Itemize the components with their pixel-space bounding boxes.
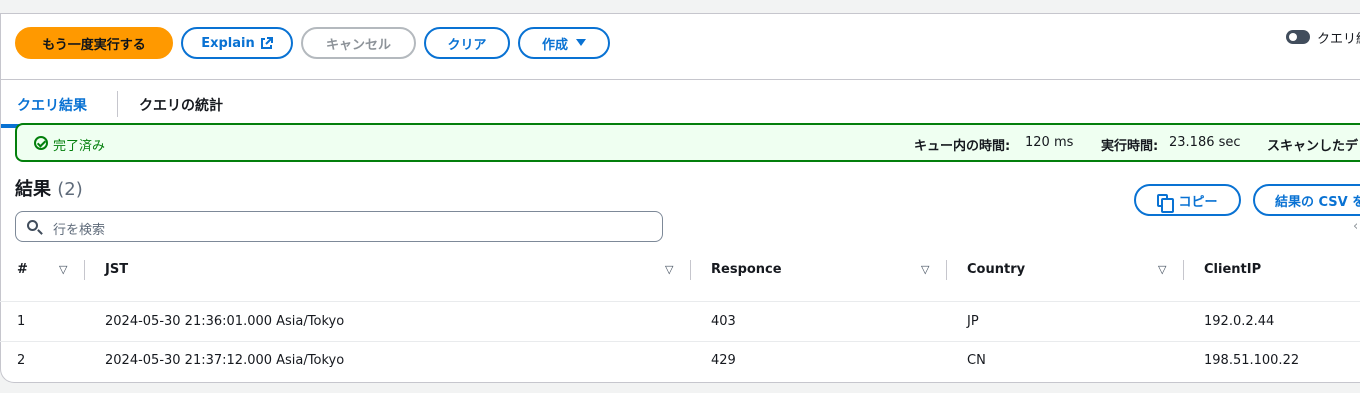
tab-query-results[interactable]: クエリ結果 [17, 95, 87, 115]
create-button[interactable]: 作成 [518, 27, 610, 59]
queue-time-value: 120 ms [1025, 135, 1074, 150]
results-heading: 結果 (2) [15, 175, 83, 201]
sort-down-icon[interactable]: ▽ [59, 263, 67, 276]
column-resizer[interactable] [946, 260, 947, 280]
rerun-button[interactable]: もう一度実行する [15, 27, 173, 59]
pagination-prev-icon[interactable]: ‹ [1353, 219, 1358, 234]
column-header-jst[interactable]: JST [105, 262, 128, 277]
column-resizer[interactable] [1183, 260, 1184, 280]
column-resizer[interactable] [690, 260, 691, 280]
search-icon [27, 220, 38, 231]
copy-button-label: コピー [1178, 194, 1218, 210]
table-cell: 1 [17, 314, 26, 329]
status-banner: 完了済み キュー内の時間: 120 ms 実行時間: 23.186 sec スキ… [15, 123, 1360, 162]
query-toolbar: もう一度実行する Explain キャンセル クリア 作成 クエリ結 [1, 14, 1360, 80]
row-divider [0, 341, 1360, 342]
scanned-data-label: スキャンしたデ [1267, 139, 1359, 154]
download-csv-label: 結果の CSV を [1275, 194, 1360, 210]
tab-divider [117, 91, 118, 117]
table-cell: 2 [17, 353, 26, 368]
toggle-switch[interactable] [1286, 30, 1310, 44]
copy-icon [1157, 193, 1175, 213]
clear-button[interactable]: クリア [424, 27, 510, 59]
rerun-button-label: もう一度実行する [42, 37, 146, 53]
sort-down-icon[interactable]: ▽ [921, 263, 929, 276]
caret-down-icon [576, 39, 586, 46]
column-header-country[interactable]: Country [967, 262, 1025, 277]
column-header-clientip[interactable]: ClientIP [1204, 262, 1261, 277]
exec-time-label: 実行時間: [1101, 139, 1159, 154]
column-header-responce[interactable]: Responce [711, 262, 782, 277]
status-text: 完了済み [53, 139, 106, 154]
table-cell: 192.0.2.44 [1204, 314, 1275, 329]
clear-button-label: クリア [447, 37, 487, 53]
table-cell: JP [967, 314, 979, 329]
explain-button[interactable]: Explain [181, 27, 293, 59]
tab-query-stats[interactable]: クエリの統計 [139, 95, 223, 115]
sort-down-icon[interactable]: ▽ [665, 263, 673, 276]
exec-time-value: 23.186 sec [1169, 135, 1241, 150]
cancel-button[interactable]: キャンセル [301, 27, 416, 59]
column-resizer[interactable] [84, 260, 85, 280]
result-tabs: クエリ結果 クエリの統計 [1, 81, 1360, 128]
results-title: 結果 [15, 179, 51, 200]
copy-button[interactable]: コピー [1134, 184, 1241, 216]
table-cell: 429 [711, 353, 736, 368]
create-button-label: 作成 [541, 37, 568, 53]
row-search-input[interactable]: 行を検索 [15, 211, 663, 242]
cancel-button-label: キャンセル [325, 37, 391, 53]
header-divider [0, 301, 1360, 302]
table-cell: 2024-05-30 21:36:01.000 Asia/Tokyo [105, 314, 345, 329]
search-placeholder: 行を検索 [53, 223, 106, 238]
sort-down-icon[interactable]: ▽ [1158, 263, 1166, 276]
column-header-index: # [17, 262, 28, 277]
toggle-label: クエリ結 [1317, 32, 1360, 47]
external-link-icon [260, 36, 273, 49]
table-cell: 2024-05-30 21:37:12.000 Asia/Tokyo [105, 353, 345, 368]
download-csv-button[interactable]: 結果の CSV を [1253, 184, 1360, 216]
explain-button-label: Explain [201, 35, 255, 51]
results-count: (2) [57, 179, 83, 200]
table-cell: 198.51.100.22 [1204, 353, 1300, 368]
table-cell: CN [967, 353, 986, 368]
table-cell: 403 [711, 314, 736, 329]
check-circle-icon [34, 136, 48, 150]
queue-time-label: キュー内の時間: [914, 139, 1011, 154]
